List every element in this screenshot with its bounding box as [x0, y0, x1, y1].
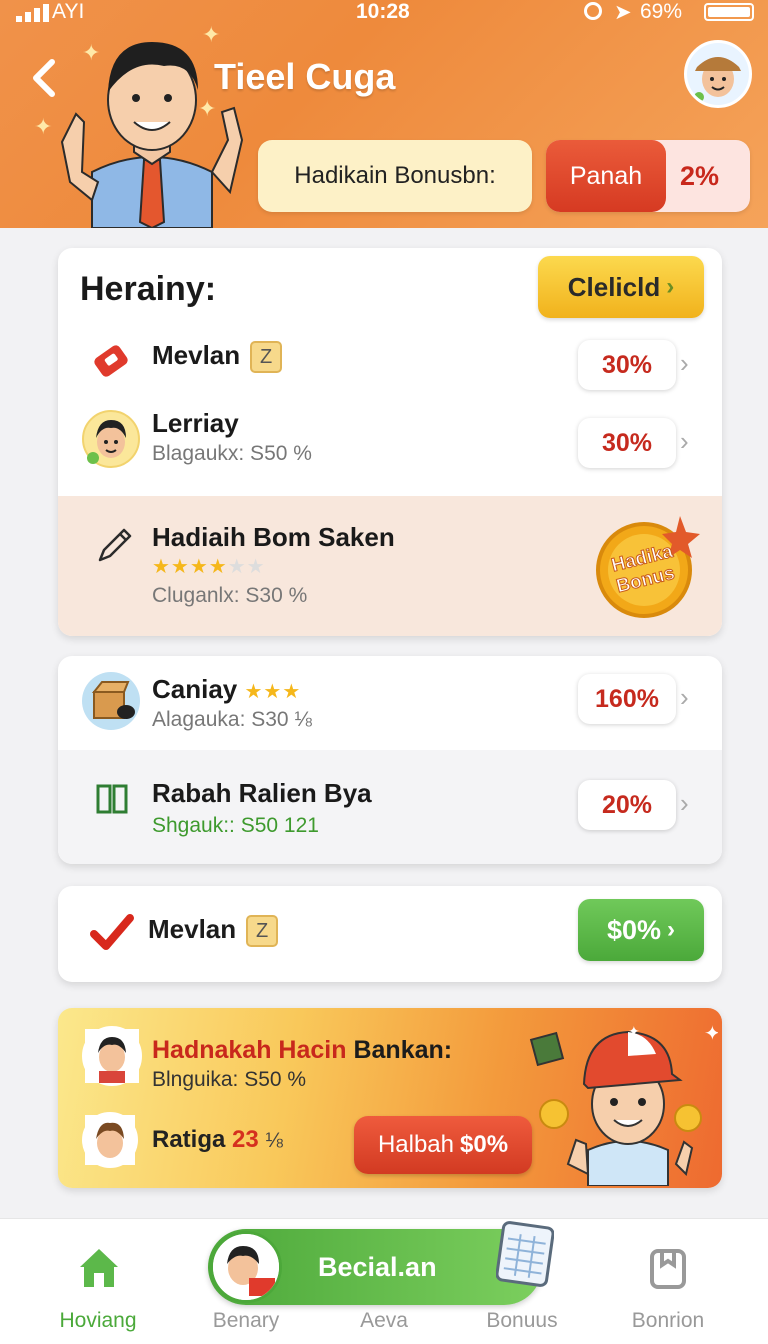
rating-stars: ★★★★★★	[152, 556, 266, 578]
featured-list-item[interactable]: Hadiaih Bom Saken ★★★★★★ Cluganlx: S30 %…	[58, 496, 722, 636]
avatar-icon	[213, 1234, 279, 1300]
chevron-right-icon: ›	[680, 348, 689, 378]
bonus-badge-icon: Hadika Bonus	[596, 516, 700, 618]
door-icon	[96, 784, 128, 814]
battery-icon	[704, 3, 754, 21]
z-tag: Z	[250, 341, 283, 374]
item-name: Hadiaih Bom Saken	[152, 522, 395, 552]
item-name: Mevlan Z	[148, 914, 279, 948]
chevron-right-icon: ›	[666, 273, 675, 300]
alarm-icon	[584, 2, 602, 20]
rating-stars: ★★★	[244, 681, 302, 703]
avatar	[82, 410, 140, 468]
checkmark-icon	[90, 914, 134, 950]
nav-label: Aeva	[360, 1309, 408, 1332]
panah-button[interactable]: Panah	[546, 140, 666, 212]
bonus-list-card-2: Caniay ★★★ Alagauka: S30 ⅛ 160% › Rabah …	[58, 656, 722, 864]
avatar	[82, 672, 140, 730]
clelicld-label: Clelicld	[567, 271, 661, 302]
svg-text:✦: ✦	[628, 1024, 640, 1040]
mascot-cap-illustration: ✦ ✦	[529, 1021, 718, 1186]
signal-icon	[16, 4, 49, 22]
avatar-icon	[687, 43, 749, 105]
mevlan-card[interactable]: Mevlan Z $0% ›	[58, 886, 722, 982]
pencil-icon	[98, 528, 132, 562]
carrier-label: AYI	[52, 0, 85, 23]
chevron-right-icon: ›	[680, 682, 689, 712]
item-subtitle: Alagauka: S30 ⅛	[152, 708, 312, 731]
page-title: Tieel Cuga	[214, 56, 396, 97]
promo-title: Hadnakah Hacin Bankan:	[152, 1036, 453, 1064]
section-title: Herainy:	[80, 270, 217, 308]
halbah-button[interactable]: Halbah $0%	[354, 1116, 532, 1174]
avatar	[82, 1026, 142, 1086]
profile-avatar[interactable]	[684, 40, 752, 108]
svg-text:✦: ✦	[704, 1021, 718, 1045]
list-item[interactable]: Lerriay Blagaukx: S50 % 30% ›	[58, 398, 722, 496]
nav-label: Hoviang	[59, 1309, 137, 1332]
calendar-icon	[496, 1221, 554, 1287]
box-icon	[91, 681, 135, 719]
panah-value: 2%	[680, 161, 720, 191]
promo-subtitle: Blnguika: S50 %	[152, 1068, 307, 1091]
clelicld-button[interactable]: Clelicld ›	[538, 256, 704, 318]
nav-label: Bonrion	[631, 1309, 705, 1332]
percent-value: 20%	[578, 780, 676, 830]
list-item[interactable]: Caniay ★★★ Alagauka: S30 ⅛ 160% ›	[58, 656, 722, 750]
percent-value: 30%	[578, 340, 676, 390]
bottom-navigation: Hoviang Benary Aeva Bonuus Bonrion Becia…	[0, 1218, 768, 1344]
mascot-illustration	[60, 42, 244, 228]
chevron-right-icon: ›	[680, 788, 689, 818]
bonus-list-card: Herainy: Clelicld › Mevlan Z 30% › Lerria…	[58, 248, 722, 636]
percent-value: 160%	[578, 674, 676, 724]
avatar-icon	[85, 1115, 135, 1165]
location-icon: ➤	[614, 1, 632, 24]
z-tag: Z	[246, 915, 279, 948]
avatar	[210, 1231, 282, 1303]
nav-label: Bonuus	[486, 1309, 558, 1332]
avatar	[82, 1112, 138, 1168]
status-time: 10:28	[356, 0, 410, 23]
item-subtitle: Shgauk:: S50 121	[152, 814, 319, 837]
ticket-icon	[94, 345, 128, 377]
item-name: Lerriay	[152, 408, 239, 438]
mevlan-action-button[interactable]: $0% ›	[578, 899, 704, 961]
battery-percent: 69%	[640, 0, 683, 23]
home-icon	[80, 1249, 118, 1287]
center-action-label: Becial.an	[318, 1252, 437, 1282]
avatar-icon	[87, 420, 126, 464]
promo-banner[interactable]: Hadnakah Hacin Bankan: Blnguika: S50 % R…	[58, 1008, 722, 1188]
percent-value: 30%	[578, 418, 676, 468]
header: AYI 10:28 ➤ 69% ✦ ✦ ✦ ✦ Tieel Cuga Hadik…	[0, 0, 768, 228]
nav-label: Benary	[212, 1309, 280, 1332]
item-subtitle: Cluganlx: S30 %	[152, 584, 308, 607]
bookmark-icon	[650, 1249, 686, 1289]
ratiga-label: Ratiga 23 ⅛	[152, 1126, 283, 1153]
panah-group: Panah 2%	[546, 140, 750, 212]
center-action-button[interactable]: Becial.an	[208, 1221, 554, 1305]
button-label: $0%	[606, 914, 662, 945]
list-item[interactable]: Rabah Ralien Bya Shgauk:: S50 121 20% ›	[58, 750, 722, 864]
sparkle-icon: ✦	[34, 114, 53, 139]
item-name: Mevlan Z	[152, 340, 283, 374]
avatar-icon	[85, 1029, 139, 1083]
chevron-right-icon: ›	[667, 916, 676, 943]
chevron-right-icon: ›	[680, 426, 689, 456]
item-subtitle: Blagaukx: S50 %	[152, 442, 312, 465]
bonus-summary-label: Hadikain Bonusbn:	[258, 140, 532, 212]
list-item[interactable]: Mevlan Z 30% ›	[58, 326, 722, 398]
item-name: Caniay ★★★	[152, 674, 302, 704]
item-name: Rabah Ralien Bya	[152, 778, 372, 808]
